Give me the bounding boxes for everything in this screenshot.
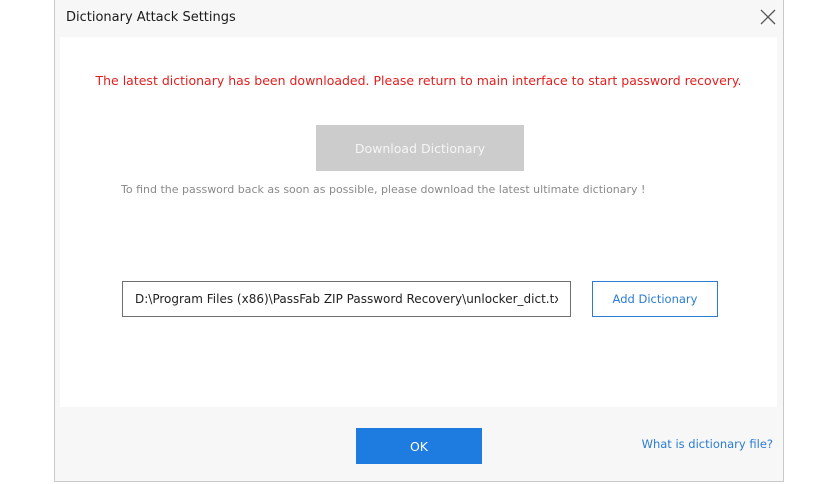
download-status-message: The latest dictionary has been downloade…	[95, 73, 742, 88]
dictionary-path-field[interactable]	[122, 281, 571, 317]
add-dictionary-button[interactable]: Add Dictionary	[592, 281, 718, 317]
download-hint-text: To find the password back as soon as pos…	[121, 183, 646, 196]
close-button[interactable]	[757, 6, 779, 28]
ok-button[interactable]: OK	[356, 428, 482, 464]
dialog-title: Dictionary Attack Settings	[66, 10, 236, 25]
dialog-content: The latest dictionary has been downloade…	[60, 37, 777, 407]
what-is-dictionary-file-link[interactable]: What is dictionary file?	[642, 437, 773, 451]
close-icon	[760, 9, 776, 25]
download-dictionary-button[interactable]: Download Dictionary	[316, 125, 524, 171]
dictionary-attack-settings-dialog: Dictionary Attack Settings The latest di…	[54, 0, 784, 482]
